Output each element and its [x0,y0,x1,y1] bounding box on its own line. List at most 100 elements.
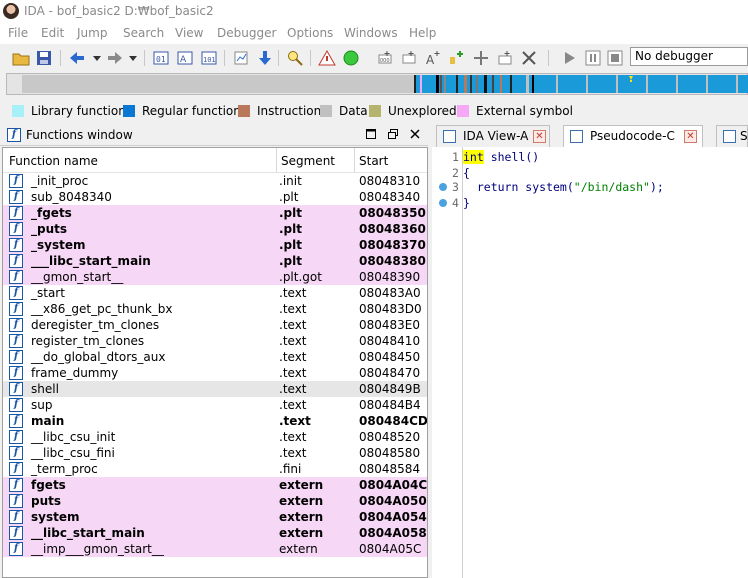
graph-icon[interactable] [232,49,250,67]
table-row[interactable]: f __do_global_dtors_aux .text 08048450 [3,349,427,365]
function-name: __libc_start_main [31,526,145,540]
function-name: __libc_csu_fini [31,446,115,460]
hex-view-icon[interactable]: 101 [200,49,218,67]
table-row[interactable]: f deregister_tm_clones .text 080483E0 [3,317,427,333]
table-row[interactable]: f fgets extern 0804A04C [3,477,427,493]
table-row[interactable]: f system extern 0804A054 [3,509,427,525]
line-number: 3 [452,180,459,194]
legend-label: Regular function [142,104,241,118]
table-row[interactable]: f __imp___gmon_start__ extern 0804A05C [3,541,427,557]
column-divider[interactable] [354,148,355,172]
breakpoint-dot-icon[interactable] [439,199,447,207]
table-row[interactable]: f _puts .plt 08048360 [3,221,427,237]
dropdown-arrow-icon[interactable] [88,49,106,67]
table-row[interactable]: f __libc_start_main extern 0804A058 [3,525,427,541]
table-row[interactable]: f _start .text 080483A0 [3,285,427,301]
close-tab-icon[interactable]: ✕ [533,130,546,143]
menu-edit[interactable]: Edit [41,26,64,40]
code-line[interactable]: 3 return system("/bin/dash"); [432,179,748,195]
back-arrow-icon[interactable] [68,49,86,67]
string-icon[interactable]: A [424,49,442,67]
binary-view-icon[interactable]: 01 [152,49,170,67]
code-line[interactable]: 1 int shell() [432,149,748,165]
function-icon: f [7,128,21,142]
tab-label: S [740,129,748,143]
table-row[interactable]: f _fgets .plt 08048350 [3,205,427,221]
menu-view[interactable]: View [175,26,203,40]
function-name: __libc_csu_init [31,430,116,444]
maximize-icon[interactable] [364,127,378,141]
run-status-icon[interactable] [342,49,360,67]
table-row[interactable]: f shell .text 0804849B [3,381,427,397]
function-start-address: 08048580 [359,446,421,460]
function-icon: f [9,270,23,284]
restore-icon[interactable] [386,127,400,141]
tab-pseudocode-c[interactable]: Pseudocode-C ✕ [563,125,703,147]
menu-options[interactable]: Options [287,26,333,40]
menu-file[interactable]: File [8,26,28,40]
menu-help[interactable]: Help [409,26,436,40]
search-icon[interactable] [286,49,304,67]
table-row[interactable]: f __libc_csu_fini .text 08048580 [3,445,427,461]
table-row[interactable]: f frame_dummy .text 08048470 [3,365,427,381]
menu-bar: File Edit Jump Search View Debugger Opti… [0,22,748,44]
data-icon[interactable] [400,49,418,67]
add-function-icon[interactable] [472,49,490,67]
table-row[interactable]: f main .text 080484CD [3,413,427,429]
function-start-address: 080484B4 [359,398,421,412]
code-line[interactable]: 4 } [432,195,748,211]
table-row[interactable]: f puts extern 0804A050 [3,493,427,509]
code-text: int shell() [463,150,539,164]
table-row[interactable]: f ___libc_start_main .plt 08048380 [3,253,427,269]
menu-search[interactable]: Search [123,26,164,40]
code-text: } [463,196,470,210]
function-icon: f [9,350,23,364]
table-row[interactable]: f sup .text 080484B4 [3,397,427,413]
table-row[interactable]: f sub_8048340 .plt 08048340 [3,189,427,205]
legend-label: Library function [31,104,126,118]
column-header-start[interactable]: Start [359,154,388,168]
close-tab-icon[interactable]: ✕ [684,130,697,143]
struct-icon[interactable] [448,49,466,67]
column-header-function-name[interactable]: Function name [9,154,98,168]
code-icon[interactable]: 000 [376,49,394,67]
text-view-icon[interactable]: A [176,49,194,67]
close-icon[interactable] [408,127,422,141]
table-row[interactable]: f register_tm_clones .text 08048410 [3,333,427,349]
save-icon[interactable] [35,49,53,67]
tab-label: Pseudocode-C [590,129,675,143]
pause-icon[interactable] [584,49,602,67]
forward-arrow-icon[interactable] [106,49,124,67]
nav-band-data-region [22,75,414,93]
play-icon[interactable] [560,49,578,67]
menu-debugger[interactable]: Debugger [217,26,276,40]
hide-icon[interactable] [496,49,514,67]
table-row[interactable]: f _init_proc .init 08048310 [3,173,427,189]
debugger-select[interactable]: No debugger [630,47,748,66]
legend-swatch-external [457,105,469,117]
open-folder-icon[interactable] [12,49,30,67]
dropdown-arrow-icon[interactable] [124,49,142,67]
table-row[interactable]: f __x86_get_pc_thunk_bx .text 080483D0 [3,301,427,317]
table-row[interactable]: f __libc_csu_init .text 08048520 [3,429,427,445]
menu-windows[interactable]: Windows [344,26,398,40]
pseudocode-view[interactable] [432,147,748,578]
function-name: shell [31,382,59,396]
column-divider[interactable] [276,148,277,172]
stop-icon[interactable] [606,49,624,67]
function-segment: .text [279,286,307,300]
column-header-segment[interactable]: Segment [281,154,335,168]
breakpoint-dot-icon[interactable] [439,183,447,191]
warning-icon[interactable] [318,49,336,67]
function-segment: .text [279,398,307,412]
menu-jump[interactable]: Jump [77,26,107,40]
function-start-address: 080484CD [359,414,428,428]
down-arrow-icon[interactable] [256,49,274,67]
table-row[interactable]: f __gmon_start__ .plt.got 08048390 [3,269,427,285]
table-row[interactable]: f _term_proc .fini 08048584 [3,461,427,477]
function-name: deregister_tm_clones [31,318,160,332]
tab-ida-view-a[interactable]: IDA View-A ✕ [436,125,550,147]
tab-strings[interactable]: S [716,125,748,147]
undefine-icon[interactable] [520,49,538,67]
table-row[interactable]: f _system .plt 08048370 [3,237,427,253]
